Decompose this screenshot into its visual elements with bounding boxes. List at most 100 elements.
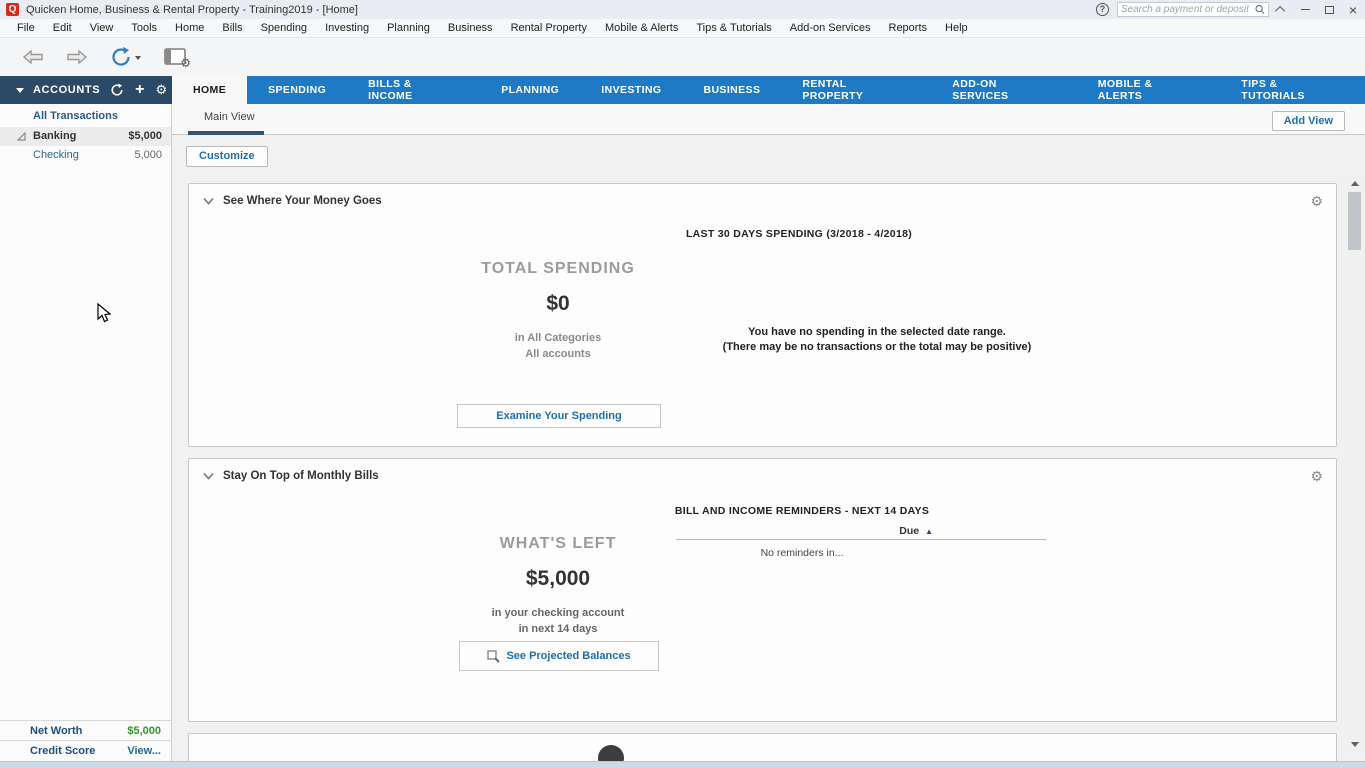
- net-worth-row[interactable]: Net Worth $5,000: [0, 720, 171, 740]
- accounts-sidebar: All Transactions Banking $5,000 Checking…: [0, 104, 172, 768]
- menu-spending[interactable]: Spending: [252, 22, 317, 34]
- tab-bills-income[interactable]: BILLS & INCOME: [347, 76, 480, 104]
- due-column-header[interactable]: Due: [676, 525, 933, 537]
- menu-reports[interactable]: Reports: [880, 22, 937, 34]
- sidebar-item-all-transactions[interactable]: All Transactions: [33, 110, 118, 122]
- total-spending-label: TOTAL SPENDING: [458, 260, 658, 278]
- whats-left-summary: WHAT'S LEFT $5,000 in your checking acco…: [458, 535, 658, 635]
- menu-help[interactable]: Help: [936, 22, 977, 34]
- no-spending-line2: (There may be no transactions or the tot…: [597, 340, 1157, 355]
- collapse-chevron-icon[interactable]: [1269, 0, 1293, 19]
- no-spending-message: You have no spending in the selected dat…: [597, 325, 1157, 355]
- menu-tools[interactable]: Tools: [122, 22, 166, 34]
- sidebar-group-banking[interactable]: Banking $5,000: [0, 127, 171, 146]
- reminders-title: BILL AND INCOME REMINDERS - NEXT 14 DAYS: [602, 505, 1002, 517]
- whats-left-label: WHAT'S LEFT: [458, 535, 658, 553]
- tab-tips-tutorials[interactable]: TIPS & TUTORIALS: [1220, 76, 1365, 104]
- tab-addon-services[interactable]: ADD-ON SERVICES: [931, 76, 1076, 104]
- tab-mobile-alerts[interactable]: MOBILE & ALERTS: [1077, 76, 1221, 104]
- account-group-balance: $5,000: [128, 130, 162, 142]
- scroll-down-icon[interactable]: [1347, 737, 1362, 752]
- menu-edit[interactable]: Edit: [44, 22, 81, 34]
- group-expand-icon[interactable]: [17, 132, 26, 141]
- spending-panel: See Where Your Money Goes LAST 30 DAYS S…: [188, 183, 1337, 447]
- credit-score-label: Credit Score: [30, 745, 95, 757]
- collapse-panel-icon[interactable]: [203, 197, 214, 205]
- whats-left-sub2: in next 14 days: [458, 623, 658, 635]
- menu-view[interactable]: View: [81, 22, 123, 34]
- toolbar: ⚙: [0, 38, 1365, 76]
- main-nav-bar: ACCOUNTS HOME SPENDING BILLS & INCOME PL…: [0, 76, 1365, 104]
- back-button[interactable]: [22, 49, 44, 65]
- menu-investing[interactable]: Investing: [316, 22, 378, 34]
- active-view-underline: [188, 131, 264, 135]
- title-bar: Q Quicken Home, Business & Rental Proper…: [0, 0, 1365, 19]
- customize-button[interactable]: Customize: [186, 146, 268, 167]
- status-strip: [0, 761, 1365, 768]
- magnifier-icon: [487, 650, 500, 663]
- forward-button[interactable]: [66, 49, 88, 65]
- whats-left-sub1: in your checking account: [458, 607, 658, 619]
- spending-panel-settings-icon[interactable]: [1310, 193, 1323, 210]
- credit-score-row[interactable]: Credit Score View...: [0, 740, 171, 760]
- scrollbar-thumb[interactable]: [1348, 192, 1361, 250]
- gear-icon: ⚙: [180, 56, 191, 70]
- account-balance: 5,000: [134, 149, 162, 161]
- menu-bar: File Edit View Tools Home Bills Spending…: [0, 19, 1365, 38]
- menu-planning[interactable]: Planning: [378, 22, 439, 34]
- total-spending-value: $0: [458, 292, 658, 316]
- examine-spending-button[interactable]: Examine Your Spending: [457, 404, 661, 428]
- one-step-update-button[interactable]: [110, 46, 141, 68]
- global-search-box[interactable]: [1117, 2, 1269, 17]
- search-input[interactable]: [1121, 4, 1255, 15]
- tab-business[interactable]: BUSINESS: [682, 76, 781, 104]
- register-settings-button[interactable]: ⚙: [163, 47, 187, 67]
- menu-addon-services[interactable]: Add-on Services: [781, 22, 880, 34]
- see-projected-balances-label: See Projected Balances: [506, 650, 630, 662]
- help-icon[interactable]: [1096, 3, 1109, 16]
- spending-panel-title: See Where Your Money Goes: [223, 195, 382, 207]
- menu-home[interactable]: Home: [166, 22, 213, 34]
- tab-planning[interactable]: PLANNING: [480, 76, 580, 104]
- tab-spending[interactable]: SPENDING: [247, 76, 347, 104]
- refresh-icon: [110, 46, 132, 68]
- quicken-window: Q Quicken Home, Business & Rental Proper…: [0, 0, 1365, 768]
- maximize-icon[interactable]: [1317, 0, 1341, 19]
- update-dropdown-caret-icon[interactable]: [135, 56, 141, 60]
- menu-business[interactable]: Business: [439, 22, 502, 34]
- menu-file[interactable]: File: [8, 22, 44, 34]
- minimize-icon[interactable]: [1293, 0, 1317, 19]
- credit-score-view-link[interactable]: View...: [127, 745, 161, 757]
- menu-mobile-alerts[interactable]: Mobile & Alerts: [596, 22, 687, 34]
- see-projected-balances-button[interactable]: See Projected Balances: [459, 641, 659, 671]
- accounts-settings-icon[interactable]: [155, 83, 167, 97]
- add-account-icon[interactable]: [135, 83, 144, 97]
- window-title: Quicken Home, Business & Rental Property…: [26, 4, 358, 16]
- menu-tips-tutorials[interactable]: Tips & Tutorials: [687, 22, 780, 34]
- scroll-up-icon[interactable]: [1347, 176, 1362, 191]
- bills-panel: Stay On Top of Monthly Bills BILL AND IN…: [188, 458, 1337, 722]
- net-worth-label: Net Worth: [30, 725, 82, 737]
- sidebar-item-checking[interactable]: Checking 5,000: [0, 147, 171, 165]
- accounts-refresh-icon[interactable]: [110, 83, 124, 97]
- accounts-sidebar-header[interactable]: ACCOUNTS: [0, 76, 172, 104]
- quicken-logo-icon: Q: [6, 3, 19, 16]
- menu-bills[interactable]: Bills: [213, 22, 251, 34]
- examine-spending-label: Examine Your Spending: [496, 410, 622, 422]
- bills-panel-settings-icon[interactable]: [1310, 468, 1323, 485]
- tab-home[interactable]: HOME: [172, 76, 247, 104]
- accounts-header-label: ACCOUNTS: [33, 84, 100, 96]
- mouse-cursor: [97, 303, 111, 324]
- tab-rental-property[interactable]: RENTAL PROPERTY: [781, 76, 931, 104]
- tab-investing[interactable]: INVESTING: [580, 76, 682, 104]
- accounts-collapse-icon[interactable]: [16, 88, 24, 93]
- vertical-scrollbar[interactable]: [1347, 176, 1362, 752]
- close-icon[interactable]: [1341, 0, 1365, 19]
- collapse-panel-icon[interactable]: [203, 472, 214, 480]
- no-spending-line1: You have no spending in the selected dat…: [597, 325, 1157, 340]
- reminders-header-divider: [676, 539, 1046, 540]
- tab-main-view[interactable]: Main View: [204, 111, 255, 123]
- add-view-button[interactable]: Add View: [1272, 111, 1345, 131]
- whats-left-value: $5,000: [458, 567, 658, 591]
- menu-rental-property[interactable]: Rental Property: [502, 22, 596, 34]
